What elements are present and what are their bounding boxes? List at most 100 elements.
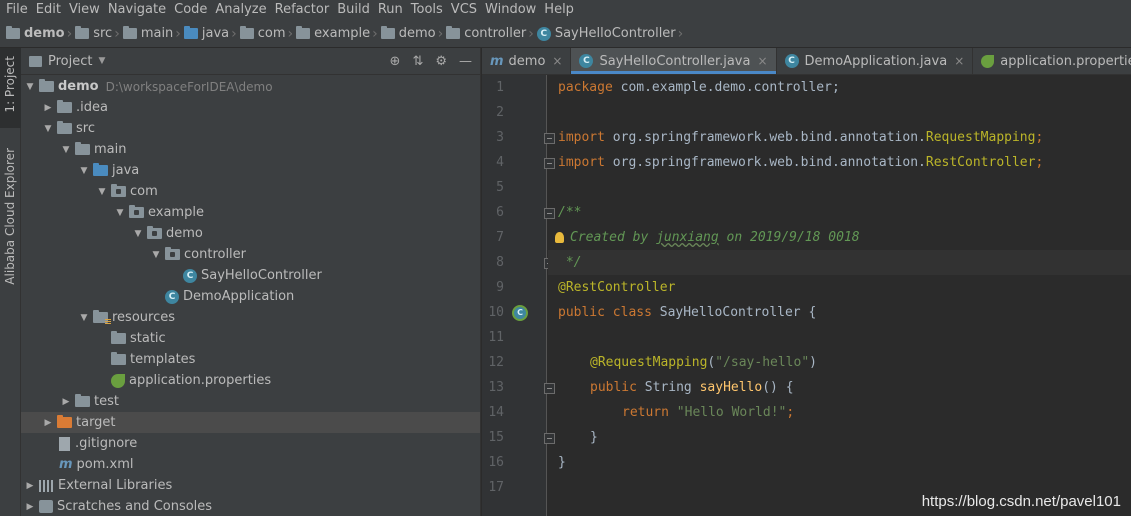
tree-item-resources[interactable]: ▼ resources <box>21 307 480 328</box>
folder-icon <box>75 142 90 155</box>
chevron-right-icon: › <box>677 25 684 42</box>
breadcrumb-item-src[interactable]: src › <box>75 20 123 48</box>
menu-vcs[interactable]: VCS <box>447 0 481 20</box>
tab-demoapplication-java[interactable]: C DemoApplication.java × <box>777 48 974 74</box>
tree-item-static[interactable]: static <box>21 328 480 349</box>
locate-icon[interactable]: ⊕ <box>390 54 401 69</box>
project-view-selector[interactable]: Project ▼ <box>29 54 105 69</box>
line-number: 16 <box>488 455 504 470</box>
tree-item-java[interactable]: ▼ java <box>21 160 480 181</box>
close-icon[interactable]: × <box>954 54 964 68</box>
chevron-down-icon: ▼ <box>98 56 106 66</box>
current-line-highlight <box>548 250 1131 275</box>
breadcrumb-item-example[interactable]: example › <box>296 20 381 48</box>
menu-window[interactable]: Window <box>481 0 540 20</box>
tree-item-demo[interactable]: ▼ demo D:\workspaceForIDEA\demo <box>21 76 480 97</box>
menu-help[interactable]: Help <box>540 0 578 20</box>
package-icon <box>111 184 126 197</box>
tab-project-toolwindow[interactable]: 1: Project <box>0 48 21 128</box>
watermark: https://blog.csdn.net/pavel101 <box>921 493 1121 510</box>
close-icon[interactable]: × <box>757 54 767 68</box>
folder-icon <box>111 352 126 365</box>
menu-file[interactable]: File <box>2 0 32 20</box>
tree-item-com[interactable]: ▼ com <box>21 181 480 202</box>
breadcrumb: demo › src › main › java › com › example › dem… <box>0 20 1131 48</box>
tree-item-main[interactable]: ▼ main <box>21 139 480 160</box>
code-line-8: */ <box>558 255 582 270</box>
maven-icon: m <box>59 457 73 472</box>
lightbulb-icon[interactable] <box>555 232 564 243</box>
code-area[interactable]: package com.example.demo.controller; imp… <box>548 75 1131 516</box>
tree-item-external-libraries[interactable]: ▶ External Libraries <box>21 475 480 496</box>
expanded-arrow-icon: ▼ <box>134 228 142 239</box>
tab-demo[interactable]: m demo × <box>482 48 572 74</box>
package-icon <box>380 26 395 39</box>
line-number: 11 <box>488 330 504 345</box>
breadcrumb-item-demo[interactable]: demo › <box>6 20 75 48</box>
tree-item-demo-package[interactable]: ▼ demo <box>21 223 480 244</box>
tree-item-test[interactable]: ▶ test <box>21 391 480 412</box>
gear-icon[interactable]: ⚙ <box>435 54 447 69</box>
tree-item-demoapplication[interactable]: C DemoApplication <box>21 286 480 307</box>
libraries-icon <box>39 479 54 492</box>
line-number: 17 <box>488 480 504 495</box>
spring-bean-icon[interactable]: C <box>512 305 528 321</box>
expanded-arrow-icon: ▼ <box>80 165 88 176</box>
menu-refactor[interactable]: Refactor <box>271 0 334 20</box>
code-line-15: } <box>590 430 598 445</box>
code-line-6: /** <box>558 205 582 220</box>
tab-sayhellocontroller-java[interactable]: C SayHelloController.java × <box>571 48 777 74</box>
menu-edit[interactable]: Edit <box>32 0 65 20</box>
menu-view[interactable]: View <box>65 0 104 20</box>
close-icon[interactable]: × <box>552 54 562 68</box>
code-line-13: public String sayHello() { <box>590 380 794 395</box>
breadcrumb-item-demo-package[interactable]: demo › <box>380 20 446 48</box>
collapse-all-icon[interactable]: ⇅ <box>412 54 423 69</box>
line-number: 15 <box>488 430 504 445</box>
breadcrumb-item-controller[interactable]: controller › <box>446 20 537 48</box>
scratches-icon <box>39 500 53 513</box>
editor-area: m demo × C SayHelloController.java × C DemoAp… <box>482 48 1131 516</box>
tree-item-idea[interactable]: ▶ .idea <box>21 97 480 118</box>
source-folder-icon <box>183 26 198 39</box>
menu-run[interactable]: Run <box>374 0 407 20</box>
code-line-12: @RequestMapping("/say-hello") <box>590 355 817 370</box>
line-number-gutter[interactable]: 1 2 3 4 5 6 7 8 9 10 11 12 13 14 15 16 1… <box>482 75 555 516</box>
tree-item-target[interactable]: ▶ target <box>21 412 480 433</box>
chevron-right-icon: › <box>437 25 444 42</box>
chevron-right-icon: › <box>175 25 181 42</box>
tree-item-src[interactable]: ▼ src <box>21 118 480 139</box>
menu-analyze[interactable]: Analyze <box>211 0 270 20</box>
expanded-arrow-icon: ▼ <box>80 312 88 323</box>
breadcrumb-item-com[interactable]: com › <box>239 20 296 48</box>
tree-item-example[interactable]: ▼ example <box>21 202 480 223</box>
menu-navigate[interactable]: Navigate <box>104 0 170 20</box>
tab-alibaba-cloud-explorer[interactable]: Alibaba Cloud Explorer <box>0 144 21 294</box>
breadcrumb-item-java[interactable]: java › <box>183 20 240 48</box>
package-icon <box>129 205 144 218</box>
tree-item-controller[interactable]: ▼ controller <box>21 244 480 265</box>
excluded-folder-icon <box>57 415 72 428</box>
tree-item-scratches-and-consoles[interactable]: ▶ Scratches and Consoles <box>21 496 480 516</box>
tree-item-pom-xml[interactable]: m pom.xml <box>21 454 480 475</box>
line-number: 14 <box>488 405 504 420</box>
tree-item-templates[interactable]: templates <box>21 349 480 370</box>
menu-tools[interactable]: Tools <box>407 0 447 20</box>
expanded-arrow-icon: ▼ <box>116 207 124 218</box>
tab-application-properties[interactable]: application.properties× <box>973 48 1131 74</box>
tree-item-application-properties[interactable]: application.properties <box>21 370 480 391</box>
source-folder-icon <box>93 163 108 176</box>
hide-icon[interactable]: — <box>459 54 472 69</box>
collapsed-arrow-icon: ▶ <box>44 102 52 113</box>
chevron-right-icon: › <box>372 25 378 42</box>
line-number: 7 <box>496 230 504 245</box>
file-icon <box>59 436 70 451</box>
line-number: 8 <box>496 255 504 270</box>
breadcrumb-item-sayhellocontroller[interactable]: C SayHelloController › <box>536 20 686 48</box>
package-icon <box>446 26 461 39</box>
menu-build[interactable]: Build <box>333 0 374 20</box>
tree-item-sayhellocontroller[interactable]: C SayHelloController <box>21 265 480 286</box>
menu-code[interactable]: Code <box>170 0 211 20</box>
tree-item-gitignore[interactable]: .gitignore <box>21 433 480 454</box>
breadcrumb-item-main[interactable]: main › <box>122 20 184 48</box>
